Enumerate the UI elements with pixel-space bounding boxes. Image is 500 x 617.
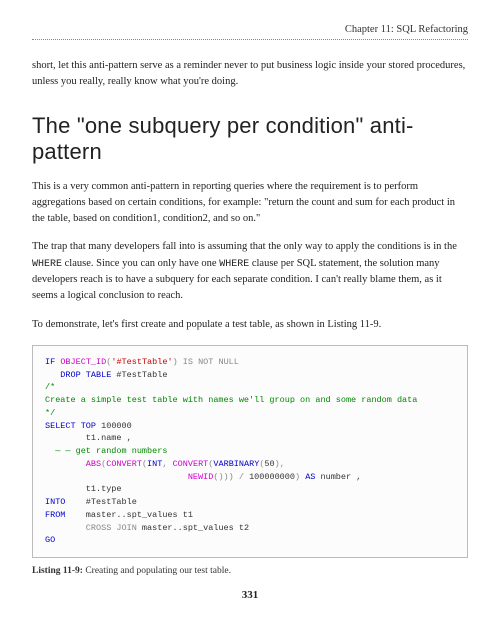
body-paragraph-2: The trap that many developers fall into … xyxy=(32,239,468,304)
section-heading: The "one subquery per condition" anti-pa… xyxy=(32,113,468,165)
listing-text: Creating and populating our test table. xyxy=(83,566,231,576)
code-listing: IF OBJECT_ID('#TestTable') IS NOT NULL D… xyxy=(32,345,468,558)
body-paragraph-3: To demonstrate, let's first create and p… xyxy=(32,317,468,333)
chapter-header: Chapter 11: SQL Refactoring xyxy=(32,24,468,40)
listing-caption: Listing 11-9: Creating and populating ou… xyxy=(32,566,468,576)
where-code-2: WHERE xyxy=(219,259,249,270)
chapter-title: Chapter 11: SQL Refactoring xyxy=(345,24,468,35)
listing-label: Listing 11-9: xyxy=(32,566,83,576)
page-number: 331 xyxy=(0,589,500,601)
where-code-1: WHERE xyxy=(32,259,62,270)
body-paragraph-1: This is a very common anti-pattern in re… xyxy=(32,179,468,228)
intro-paragraph: short, let this anti-pattern serve as a … xyxy=(32,58,468,91)
